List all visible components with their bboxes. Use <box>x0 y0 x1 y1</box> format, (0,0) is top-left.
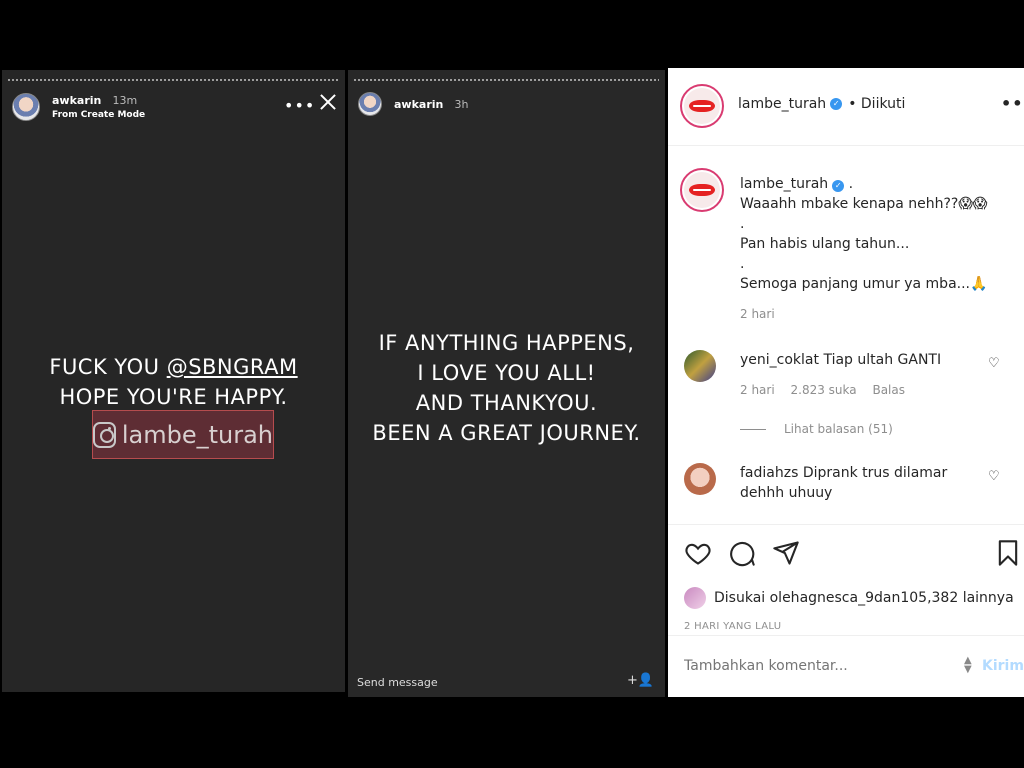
comment-likes[interactable]: 2.823 suka <box>791 383 857 397</box>
caption-line: . <box>740 216 745 232</box>
caption-line: . <box>740 256 745 272</box>
send-message-input[interactable]: Send message <box>357 676 438 689</box>
comment-username[interactable]: yeni_coklat <box>740 352 819 368</box>
verified-badge-icon: ✓ <box>830 98 843 110</box>
like-comment-heart-icon[interactable]: ♡ <box>988 469 1000 484</box>
story-subtitle: From Create Mode <box>52 110 146 120</box>
post-username[interactable]: lambe_turah <box>738 96 826 112</box>
mention-sticker[interactable]: lambe_turah <box>92 410 274 459</box>
avatar[interactable] <box>680 168 724 212</box>
comment-username[interactable]: fadiahzs <box>740 465 798 481</box>
post-actions: Disukai oleh agnesca_9 dan 105,382 lainn… <box>668 524 1024 697</box>
caption-time[interactable]: 2 hari <box>740 304 1010 324</box>
divider <box>740 428 766 430</box>
sticker-label: lambe_turah <box>121 420 273 449</box>
avatar[interactable] <box>680 84 724 128</box>
story-mention-link[interactable]: @SBNGRAM <box>167 355 298 379</box>
view-replies-label: Lihat balasan (51) <box>784 422 893 436</box>
more-options-icon[interactable]: ••• <box>1001 94 1024 113</box>
story-line: IF ANYTHING HAPPENS, <box>378 331 635 355</box>
caption-line: Pan habis ulang tahun... <box>740 236 910 252</box>
comment-input[interactable] <box>684 658 944 674</box>
caption-line: Waaahh mbake kenapa nehh??😱😱 <box>740 196 988 212</box>
story-viewer-2: awkarin 3h IF ANYTHING HAPPENS, I LOVE Y… <box>348 70 665 697</box>
likes-prefix: Disukai oleh <box>714 590 800 606</box>
lips-logo-icon <box>684 172 720 208</box>
caption-username[interactable]: lambe_turah <box>740 176 828 192</box>
comment-composer: ▲▼ Kirim <box>668 635 1024 697</box>
instagram-icon <box>93 421 116 448</box>
story-time: 3h <box>454 98 469 111</box>
like-heart-icon[interactable] <box>684 539 712 567</box>
add-user-icon[interactable]: +👤 <box>627 673 654 688</box>
story-header: awkarin 13m From Create Mode <box>12 92 145 122</box>
caption-line: Semoga panjang umur ya mba...🙏 <box>740 276 988 292</box>
story-line-2: HOPE YOU'RE HAPPY. <box>59 385 288 409</box>
story-time: 13m <box>112 94 138 107</box>
avatar[interactable] <box>12 93 40 121</box>
story-text: IF ANYTHING HAPPENS, I LOVE YOU ALL! AND… <box>348 328 665 448</box>
avatar[interactable] <box>358 92 382 116</box>
story-line-1-prefix: FUCK YOU <box>49 355 167 379</box>
avatar[interactable] <box>684 587 706 609</box>
comment-bubble-icon[interactable] <box>728 539 756 567</box>
likes-count[interactable]: 105,382 lainnya <box>900 590 1013 606</box>
post-panel: lambe_turah ✓ • Diikuti ••• lambe_turah ✓… <box>668 68 1024 697</box>
story-username[interactable]: awkarin <box>52 94 101 107</box>
comment-body: yeni_coklat Tiap ultah GANTI 2 hari 2.82… <box>740 350 970 400</box>
close-icon[interactable] <box>318 92 338 112</box>
post-caption: lambe_turah ✓ . Waaahh mbake kenapa nehh?… <box>740 174 1010 324</box>
likes-user[interactable]: agnesca_9 <box>800 590 874 606</box>
story-line: I LOVE YOU ALL! <box>417 361 596 385</box>
story-line: AND THANKYOU. <box>415 391 598 415</box>
comment-meta: 2 hari 2.823 suka Balas <box>740 380 970 400</box>
story-username[interactable]: awkarin <box>394 98 443 111</box>
story-progress-bar <box>8 79 339 81</box>
scroll-arrows-icon: ▲ ▼ <box>964 655 972 675</box>
verified-badge-icon: ✓ <box>832 180 845 192</box>
post-author: lambe_turah ✓ • Diikuti <box>738 96 905 112</box>
lips-logo-icon <box>684 88 720 124</box>
caption-suffix: . <box>844 176 854 192</box>
story-viewer-1: awkarin 13m From Create Mode ••• FUCK YO… <box>2 70 345 692</box>
view-replies-link[interactable]: Lihat balasan (51) <box>740 422 893 436</box>
story-progress-bar <box>354 79 659 81</box>
post-comment-button[interactable]: Kirim <box>982 658 1024 674</box>
post-date[interactable]: 2 HARI YANG LALU <box>684 621 781 632</box>
comment-body: fadiahzs Diprank trus dilamar dehhh uhuu… <box>740 463 970 503</box>
story-line: BEEN A GREAT JOURNEY. <box>372 421 641 445</box>
reply-button[interactable]: Balas <box>872 383 905 397</box>
bookmark-icon[interactable] <box>994 539 1022 567</box>
post-header: lambe_turah ✓ • Diikuti ••• <box>668 68 1024 146</box>
story-meta: awkarin 3h <box>394 96 468 112</box>
share-send-icon[interactable] <box>772 539 800 567</box>
avatar[interactable] <box>684 350 716 382</box>
screenshot-frame: awkarin 13m From Create Mode ••• FUCK YO… <box>0 0 1024 768</box>
comment-time[interactable]: 2 hari <box>740 383 775 397</box>
story-meta: awkarin 13m From Create Mode <box>52 92 145 122</box>
follow-status[interactable]: • Diikuti <box>848 96 905 112</box>
avatar[interactable] <box>684 463 716 495</box>
likes-middle: dan <box>874 590 901 606</box>
likes-summary: Disukai oleh agnesca_9 dan 105,382 lainn… <box>684 587 1014 609</box>
story-header: awkarin 3h <box>358 92 468 116</box>
story-line-1: FUCK YOU @SBNGRAM <box>2 352 345 382</box>
comment-text: Tiap ultah GANTI <box>823 352 942 368</box>
like-comment-heart-icon[interactable]: ♡ <box>988 356 1000 371</box>
more-options-icon[interactable]: ••• <box>284 96 315 115</box>
story-text: FUCK YOU @SBNGRAM HOPE YOU'RE HAPPY. <box>2 352 345 412</box>
